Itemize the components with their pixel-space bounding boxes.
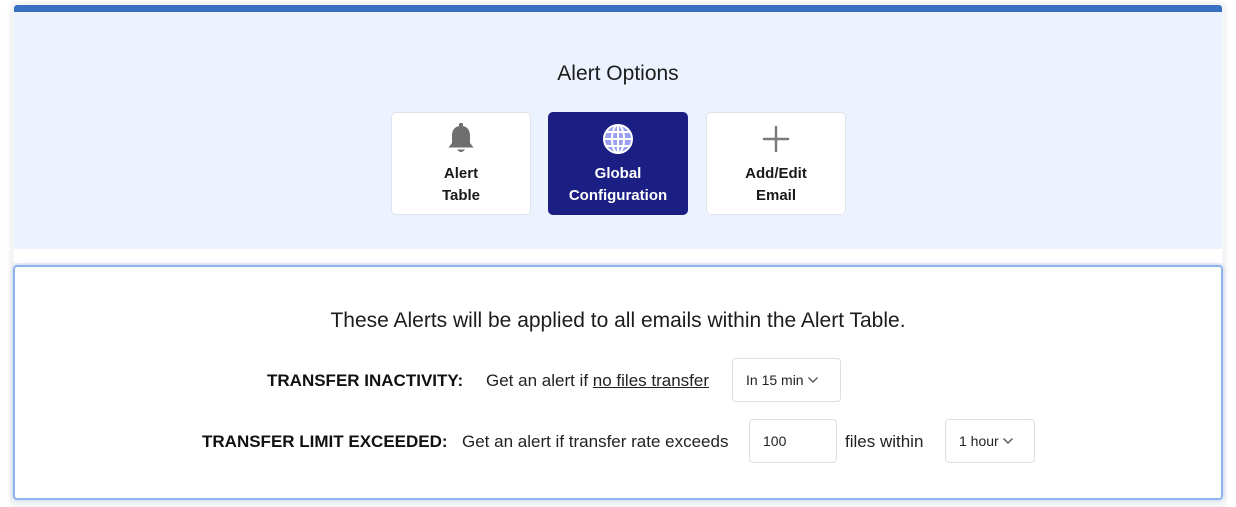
inactivity-interval-value: In 15 min — [746, 372, 804, 388]
globe-icon — [601, 121, 635, 157]
transfer-limit-description: Get an alert if transfer rate exceeds — [462, 432, 729, 451]
add-edit-email-label-1: Add/Edit — [745, 165, 807, 182]
config-intro-text: These Alerts will be applied to all emai… — [330, 309, 906, 332]
inactivity-text-prefix: Get an alert if — [486, 371, 593, 390]
alert-table-label-2: Table — [441, 187, 481, 204]
transfer-limit-label: TRANSFER LIMIT EXCEEDED: — [202, 432, 448, 451]
alert-table-button[interactable]: Alert Table — [391, 112, 531, 215]
no-files-transfer-link[interactable]: no files transfer — [593, 371, 709, 390]
page-title: Alert Options — [557, 62, 679, 85]
plus-icon — [762, 121, 790, 157]
limit-interval-value: 1 hour — [959, 433, 999, 449]
add-edit-email-label-2: Email — [755, 187, 797, 204]
transfer-inactivity-label: TRANSFER INACTIVITY: — [267, 371, 464, 390]
limit-interval-select[interactable]: 1 hour — [945, 419, 1035, 463]
transfer-rate-input[interactable] — [749, 419, 837, 463]
bell-icon — [446, 121, 476, 157]
alert-table-label-1: Alert — [443, 165, 479, 182]
section-divider — [14, 249, 1222, 263]
transfer-inactivity-description: Get an alert if no files transfer — [486, 371, 709, 391]
accent-top-bar — [14, 5, 1222, 12]
files-within-text: files within — [845, 432, 924, 451]
chevron-down-icon — [1002, 437, 1014, 445]
alert-options-header: Alert Options Alert Table Global Configu… — [14, 12, 1222, 249]
add-edit-email-button[interactable]: Add/Edit Email — [706, 112, 846, 215]
inactivity-interval-select[interactable]: In 15 min — [732, 358, 841, 402]
global-configuration-button[interactable]: Global Configuration — [548, 112, 688, 215]
chevron-down-icon — [807, 376, 819, 384]
global-configuration-label-1: Global — [594, 165, 642, 182]
global-config-panel: These Alerts will be applied to all emai… — [13, 265, 1223, 500]
global-configuration-label-2: Configuration — [568, 187, 668, 204]
